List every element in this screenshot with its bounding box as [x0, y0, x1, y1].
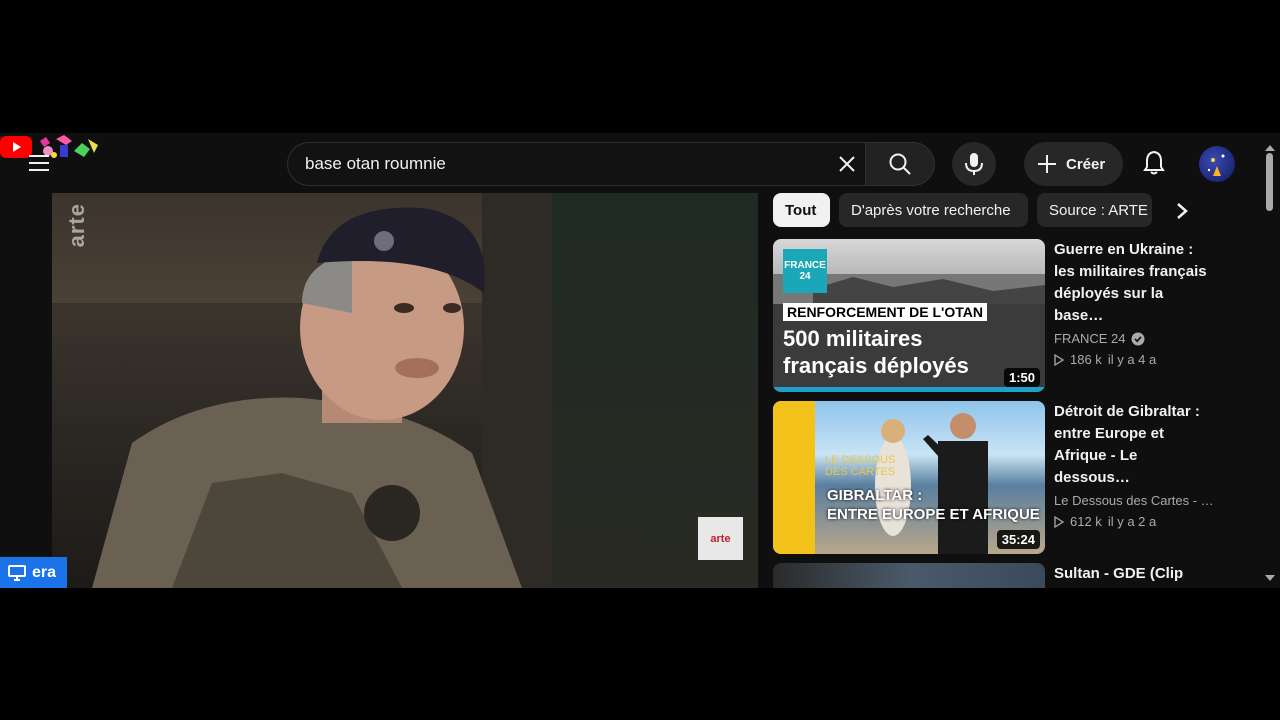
chip-label: Source : ARTE [1049, 201, 1148, 219]
thumbnail-small-line: DES CARTES [825, 466, 896, 478]
video-thumbnail[interactable]: FRANCE 24 RENFORCEMENT DE L'OTAN 500 mil… [773, 239, 1045, 392]
video-meta: Sultan - GDE (Clip [1054, 563, 1214, 585]
video-card[interactable]: Sultan - GDE (Clip [773, 563, 1243, 588]
chip-source-arte[interactable]: Source : ARTE [1037, 193, 1152, 227]
channel-name[interactable]: FRANCE 24 [1054, 331, 1214, 346]
duration-badge: 35:24 [996, 530, 1040, 549]
video-title[interactable]: Sultan - GDE (Clip [1054, 563, 1214, 585]
channel-label: Le Dessous des Cartes - … [1054, 493, 1214, 508]
duration-badge: 1:50 [1003, 368, 1040, 387]
thumbnail-small-line: LE DESSOUS [825, 454, 896, 466]
thumbnail-line: GIBRALTAR : [827, 487, 923, 504]
arte-corner-badge: arte [698, 517, 743, 560]
channel-name[interactable]: Le Dessous des Cartes - … [1054, 493, 1214, 508]
clear-search-icon[interactable] [832, 149, 862, 179]
page-scrollbar[interactable] [1264, 145, 1275, 585]
microphone-button[interactable] [952, 142, 996, 186]
create-label: Créer [1066, 155, 1106, 173]
video-title[interactable]: Guerre en Ukraine : les militaires franç… [1054, 239, 1214, 327]
video-card[interactable]: LE DESSOUS DES CARTES GIBRALTAR : ENTRE … [773, 401, 1243, 556]
monitor-icon [8, 564, 26, 581]
search-input[interactable] [305, 143, 825, 185]
plus-icon [1038, 155, 1056, 173]
thumbnail-line: ENTRE EUROPE ET AFRIQUE [827, 506, 1040, 523]
era-badge[interactable]: era [0, 557, 67, 588]
video-player[interactable]: arte arte [52, 193, 758, 588]
scroll-up-icon[interactable] [1265, 145, 1275, 151]
youtube-window: Créer arte arte [0, 133, 1280, 588]
search-button[interactable] [865, 142, 935, 186]
chip-label: Tout [785, 201, 817, 219]
chip-search-based[interactable]: D'après votre recherche [839, 193, 1028, 227]
view-count: 186 k [1070, 352, 1102, 367]
video-thumbnail[interactable]: LE DESSOUS DES CARTES GIBRALTAR : ENTRE … [773, 401, 1045, 554]
thumbnail-line: 500 militaires [783, 326, 923, 351]
video-stats: 612 k il y a 2 a [1054, 514, 1214, 529]
video-thumbnail[interactable] [773, 563, 1045, 588]
verified-check-icon [1131, 332, 1145, 345]
thumbnail-show-name: LE DESSOUS DES CARTES [825, 454, 895, 478]
search-box [287, 142, 865, 186]
microphone-icon [965, 153, 983, 175]
thumbnail-tag: RENFORCEMENT DE L'OTAN [783, 303, 987, 321]
upload-age: il y a 4 a [1107, 352, 1157, 367]
video-stats: 186 k il y a 4 a [1054, 352, 1214, 367]
thumbnail-headline: 500 militaires français déployés [783, 325, 969, 379]
video-frame-soldier [92, 207, 522, 588]
scrollbar-thumb[interactable] [1266, 153, 1273, 211]
chip-label: D'après votre recherche [851, 201, 1011, 219]
menu-icon[interactable] [22, 145, 58, 181]
video-meta: Guerre en Ukraine : les militaires franç… [1054, 239, 1214, 367]
chevron-right-icon[interactable] [1166, 195, 1198, 227]
thumbnail-headline: GIBRALTAR : ENTRE EUROPE ET AFRIQUE [827, 486, 1040, 524]
upload-age: il y a 2 a [1107, 514, 1157, 529]
era-label: era [32, 563, 57, 581]
thumbnail-line: français déployés [783, 353, 969, 378]
scroll-down-icon[interactable] [1265, 575, 1275, 581]
view-count: 612 k [1070, 514, 1102, 529]
search-icon [889, 153, 911, 175]
video-card[interactable]: FRANCE 24 RENFORCEMENT DE L'OTAN 500 mil… [773, 239, 1243, 394]
channel-label: FRANCE 24 [1054, 331, 1126, 346]
chip-tout[interactable]: Tout [773, 193, 830, 227]
avatar[interactable] [1199, 146, 1235, 182]
video-title[interactable]: Détroit de Gibraltar : entre Europe et A… [1054, 401, 1214, 489]
france24-logo: FRANCE 24 [783, 249, 827, 293]
arte-badge-text: arte [710, 532, 731, 545]
video-meta: Détroit de Gibraltar : entre Europe et A… [1054, 401, 1214, 529]
create-button[interactable]: Créer [1024, 142, 1123, 186]
notifications-bell-icon[interactable] [1136, 145, 1172, 181]
play-icon [1054, 515, 1064, 528]
play-icon [1054, 353, 1064, 366]
arte-watermark: arte [64, 203, 89, 248]
